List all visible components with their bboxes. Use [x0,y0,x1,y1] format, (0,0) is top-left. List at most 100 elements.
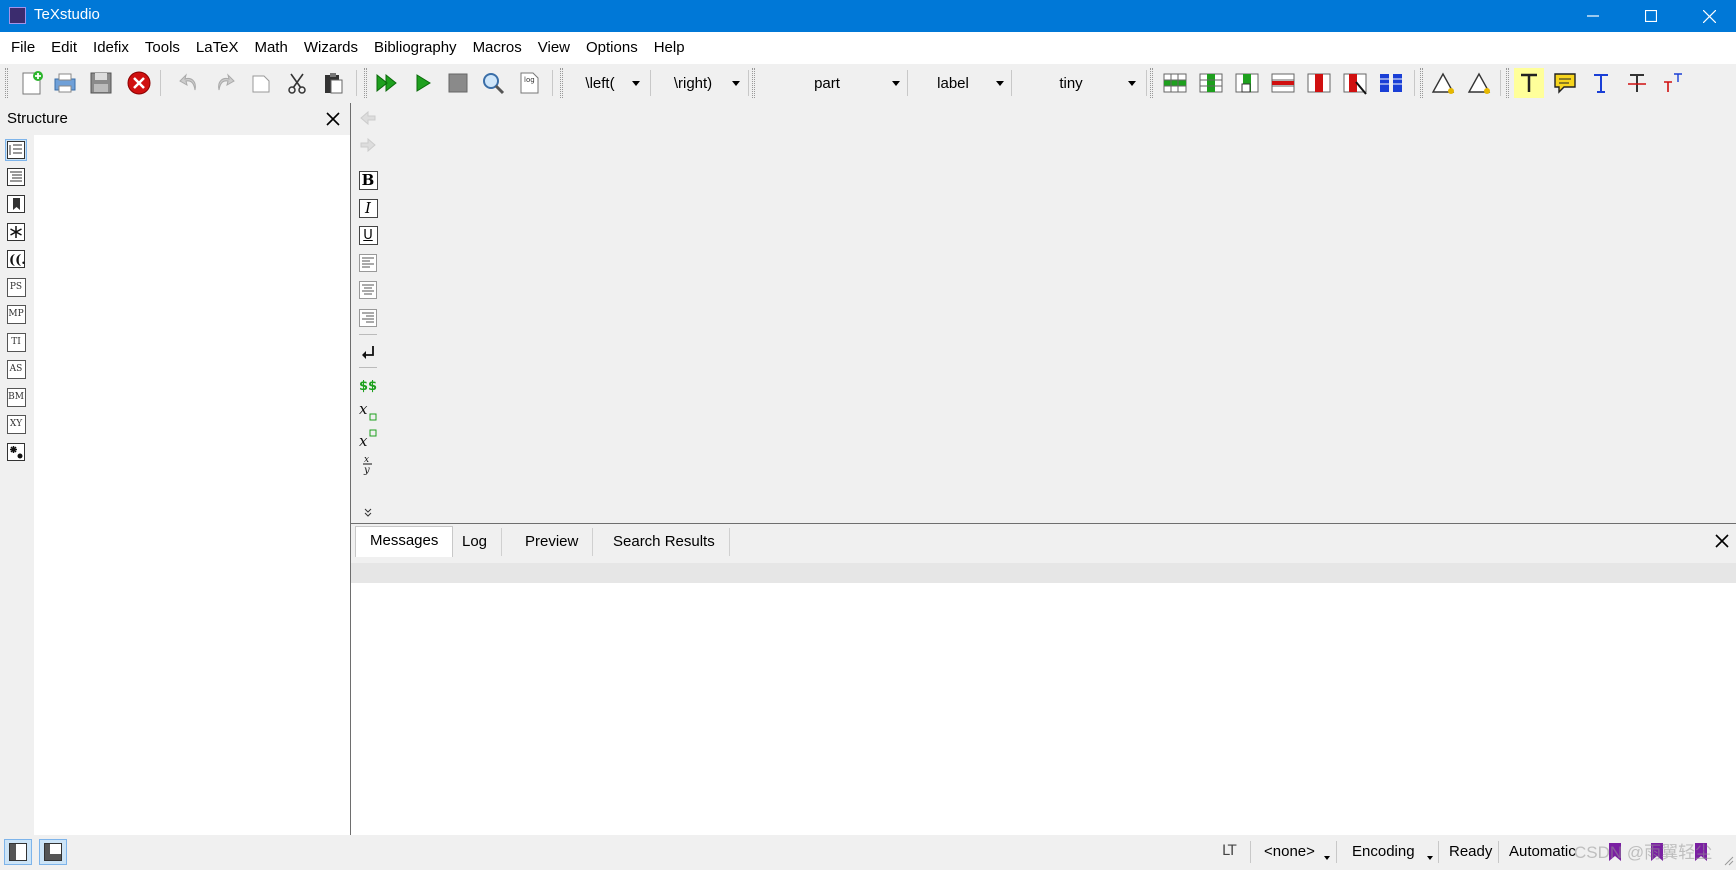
subscript-button[interactable]: x [357,401,379,423]
tab-preview[interactable]: Preview [511,528,594,556]
toolbar-grip[interactable] [1506,68,1509,98]
navigate-back-button[interactable] [357,107,379,129]
align-right-button[interactable] [357,307,379,329]
new-line-button[interactable] [357,341,379,363]
sidebar-tikz-button[interactable]: TI [5,331,27,353]
tab-messages[interactable]: Messages [355,526,454,557]
stop-compile-button[interactable] [443,68,473,98]
sidebar-symbols-button[interactable] [5,221,27,243]
table-add-column-icon [1199,73,1223,93]
sidebar-asymptote-button[interactable]: AS [5,358,27,380]
warning-triangle-icon [1431,72,1455,94]
print-button[interactable] [50,68,80,98]
menu-tools[interactable]: Tools [137,34,188,62]
add-column-button[interactable] [1196,68,1226,98]
strikethrough-button[interactable] [1622,68,1652,98]
font-button[interactable] [1586,68,1616,98]
menu-view[interactable]: View [530,34,578,62]
remove-row-button[interactable] [1268,68,1298,98]
sidebar-special-button[interactable] [5,441,27,463]
toolbar-grip[interactable] [5,68,8,98]
close-structure-panel-button[interactable] [322,108,344,130]
close-window-button[interactable] [1680,0,1736,32]
menu-latex[interactable]: LaTeX [188,34,247,62]
comment-button[interactable] [1550,68,1580,98]
redo-button[interactable] [210,68,240,98]
cut-button[interactable] [282,68,312,98]
inline-math-button[interactable]: $$ [357,375,379,397]
toolbar-grip[interactable] [364,68,367,98]
underline-button[interactable]: U [357,224,379,246]
cut-column-button[interactable] [1340,68,1370,98]
editor-area[interactable] [351,103,1736,523]
highlight-text-button[interactable] [1514,68,1544,98]
superscript-button[interactable]: x [357,427,379,449]
toolbar-grip[interactable] [752,68,755,98]
sidebar-pstricks-button[interactable]: PS [5,276,27,298]
comment-bubble-icon [1554,73,1576,94]
new-file-button[interactable] [16,68,46,98]
toggle-messages-button[interactable] [39,839,67,865]
superscript-text-button[interactable] [1658,68,1688,98]
sidebar-toc-button[interactable] [5,166,27,188]
left-delimiter-combo[interactable]: \left( [568,69,646,97]
sidebar-delimiters-button[interactable]: ((. [5,248,27,270]
references-combo[interactable]: label [910,69,1010,97]
menu-bibliography[interactable]: Bibliography [366,34,465,62]
toggle-structure-button[interactable] [4,839,32,865]
dictionary-selector[interactable]: <none> [1264,843,1315,860]
encoding-selector[interactable]: Encoding [1352,843,1415,860]
compile-mode[interactable]: Automatic [1509,843,1576,860]
menu-file[interactable]: File [3,34,43,62]
maximize-button[interactable] [1622,0,1680,32]
toolbar-grip[interactable] [560,68,563,98]
view-log-button[interactable]: log [514,68,544,98]
remove-column-button[interactable] [1304,68,1334,98]
messages-list[interactable] [351,583,1736,835]
bold-button[interactable]: B [357,169,379,191]
menu-options[interactable]: Options [578,34,646,62]
menu-edit[interactable]: Edit [43,34,85,62]
structure-tree[interactable] [34,135,350,835]
sidebar-xymatrix-button[interactable]: XY [5,413,27,435]
add-row-button[interactable] [1160,68,1190,98]
paste-button[interactable] [318,68,348,98]
menu-wizards[interactable]: Wizards [296,34,366,62]
tab-search-results[interactable]: Search Results [599,528,730,556]
menu-macros[interactable]: Macros [465,34,530,62]
sidebar-bookmarks-button[interactable] [5,193,27,215]
align-left-button[interactable] [357,252,379,274]
compile-button[interactable] [408,68,438,98]
tab-log[interactable]: Log [448,528,503,556]
align-center-button[interactable] [357,279,379,301]
minimize-button[interactable] [1564,0,1622,32]
fraction-button[interactable]: xy [357,453,379,475]
right-delimiter-combo[interactable]: \right) [654,69,746,97]
copy-button[interactable] [246,68,276,98]
close-file-button[interactable] [124,68,154,98]
previous-marker-button[interactable] [1428,68,1458,98]
sidebar-beamer-button[interactable]: BM [5,386,27,408]
toolbar-overflow-button[interactable] [357,501,379,523]
resize-grip-icon[interactable] [1722,853,1734,870]
insert-cline-button[interactable] [1232,68,1262,98]
close-bottom-panel-button[interactable] [1711,530,1733,552]
toolbar-grip[interactable] [1150,68,1153,98]
menu-math[interactable]: Math [246,34,295,62]
build-and-view-button[interactable] [372,68,402,98]
languagetool-status[interactable]: LT [1222,843,1236,859]
next-marker-button[interactable] [1464,68,1494,98]
sidebar-metapost-button[interactable]: MP [5,303,27,325]
menu-idefix[interactable]: Idefix [85,34,137,62]
toolbar-grip[interactable] [1420,68,1423,98]
font-size-combo[interactable]: tiny [1014,69,1142,97]
view-pdf-button[interactable] [478,68,508,98]
align-columns-button[interactable] [1376,68,1406,98]
sectioning-combo[interactable]: part [762,69,906,97]
navigate-forward-button[interactable] [357,134,379,156]
undo-button[interactable] [174,68,204,98]
italic-button[interactable]: I [357,197,379,219]
save-button[interactable] [86,68,116,98]
menu-help[interactable]: Help [646,34,693,62]
sidebar-structure-button[interactable] [5,139,27,161]
